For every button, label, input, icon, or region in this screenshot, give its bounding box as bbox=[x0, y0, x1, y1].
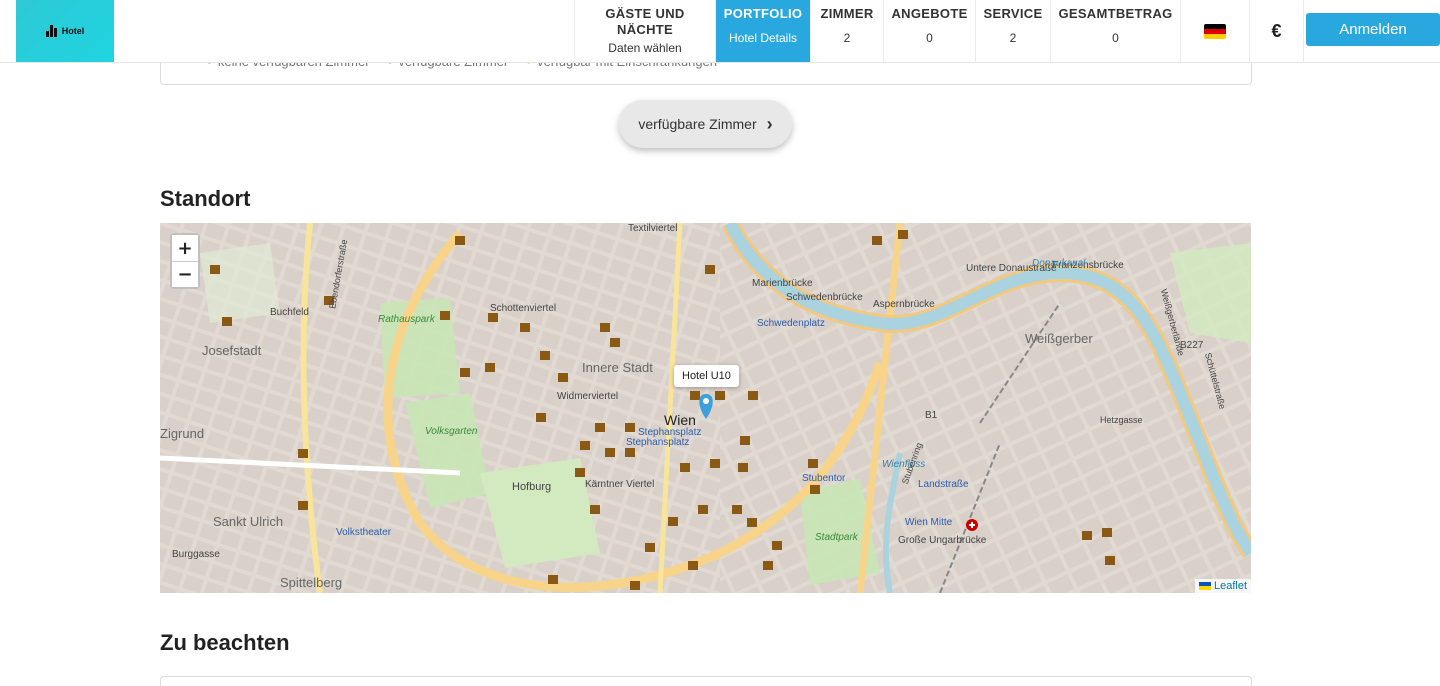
german-flag-icon bbox=[1204, 23, 1226, 39]
nav-total[interactable]: GESAMTBETRAG 0 bbox=[1050, 0, 1180, 62]
nav-rooms-count: 2 bbox=[843, 31, 851, 45]
map-label: Josefstadt bbox=[202, 343, 262, 358]
map-label: Kärntner Viertel bbox=[585, 479, 654, 490]
map-label: Wien bbox=[664, 412, 696, 428]
nav-service[interactable]: SERVICE 2 bbox=[975, 0, 1050, 62]
map-label: Innere Stadt bbox=[582, 360, 653, 375]
nav-guests-nights[interactable]: GÄSTE UND NÄCHTE Daten wählen bbox=[574, 0, 715, 62]
nav-portfolio-sub: Hotel Details bbox=[728, 31, 798, 45]
top-navigation-bar: Hotel GÄSTE UND NÄCHTE Daten wählen PORT… bbox=[0, 0, 1440, 63]
map-label: Stadtpark bbox=[815, 532, 859, 543]
leaflet-link[interactable]: Leaflet bbox=[1214, 580, 1247, 592]
available-rooms-button[interactable]: verfügbare Zimmer › bbox=[619, 100, 792, 148]
map-label: Hetzgasse bbox=[1100, 415, 1143, 425]
nav-guests-nights-title: GÄSTE UND NÄCHTE bbox=[605, 6, 685, 37]
map-label: Wienfluss bbox=[882, 459, 925, 470]
currency-selector[interactable]: € bbox=[1249, 0, 1304, 62]
map-label: Stubentor bbox=[802, 473, 846, 484]
map-label: Volkstheater bbox=[336, 527, 392, 538]
nav-total-amount: 0 bbox=[1112, 31, 1119, 45]
map-label: Textilviertel bbox=[628, 223, 677, 234]
map-label: Stephansplatz bbox=[626, 437, 689, 448]
nav-rooms[interactable]: ZIMMER 2 bbox=[810, 0, 883, 62]
nav-total-title: GESAMTBETRAG bbox=[1058, 6, 1173, 21]
map-attribution[interactable]: Leaflet bbox=[1194, 579, 1251, 593]
map-label: Spittelberg bbox=[280, 575, 342, 590]
nav-offers-title: ANGEBOTE bbox=[891, 6, 968, 21]
login-button[interactable]: Anmelden bbox=[1306, 13, 1440, 46]
nav-offers-count: 0 bbox=[926, 31, 933, 45]
nav-portfolio-title: PORTFOLIO bbox=[723, 6, 803, 21]
hotel-map-popup[interactable]: Hotel U10 bbox=[674, 365, 739, 387]
nav-guests-nights-sub: Daten wählen bbox=[608, 41, 682, 55]
map-label: Wien Mitte bbox=[905, 517, 953, 528]
map-label: Landstraße bbox=[918, 479, 969, 490]
nav-service-title: SERVICE bbox=[983, 6, 1043, 21]
map-label: Schottenviertel bbox=[490, 303, 556, 314]
chevron-right-icon: › bbox=[766, 113, 773, 134]
language-selector[interactable] bbox=[1180, 0, 1249, 62]
available-rooms-label: verfügbare Zimmer bbox=[638, 116, 757, 132]
hotel-logo[interactable]: Hotel bbox=[16, 0, 114, 62]
map-label: Aspernbrücke bbox=[873, 299, 935, 310]
map-zoom-control: + − bbox=[170, 233, 200, 289]
ukraine-flag-icon bbox=[1198, 582, 1211, 590]
notes-heading: Zu beachten bbox=[160, 630, 290, 655]
building-icon bbox=[45, 25, 58, 37]
map-label: Rathauspark bbox=[378, 314, 436, 325]
booking-steps-nav: GÄSTE UND NÄCHTE Daten wählen PORTFOLIO … bbox=[574, 0, 1304, 62]
map-label: Widmerviertel bbox=[557, 391, 618, 402]
location-heading: Standort bbox=[160, 186, 251, 211]
nav-portfolio[interactable]: PORTFOLIO Hotel Details bbox=[715, 0, 810, 62]
map-label: Burggasse bbox=[172, 549, 220, 560]
zoom-out-button[interactable]: − bbox=[172, 261, 198, 287]
map-label: Große Ungarbrücke bbox=[898, 535, 987, 546]
map-tiles: Innere Stadt Josefstadt Weißgerber Wien … bbox=[160, 223, 1251, 593]
map-label: B1 bbox=[925, 410, 938, 421]
zoom-in-button[interactable]: + bbox=[172, 235, 198, 261]
logo-text: Hotel bbox=[61, 26, 85, 36]
map-label: Weißgerber bbox=[1025, 331, 1093, 346]
nav-offers[interactable]: ANGEBOTE 0 bbox=[883, 0, 975, 62]
map-label: Schwedenplatz bbox=[757, 318, 825, 329]
map-label: Schwedenbrücke bbox=[786, 292, 863, 303]
map-label: Hofburg bbox=[512, 481, 551, 493]
location-map[interactable]: Innere Stadt Josefstadt Weißgerber Wien … bbox=[160, 223, 1251, 593]
nav-service-count: 2 bbox=[1009, 31, 1017, 45]
map-label: Zigrund bbox=[160, 426, 204, 441]
notes-card bbox=[160, 676, 1252, 686]
map-label: Buchfeld bbox=[270, 307, 309, 318]
map-label: Sankt Ulrich bbox=[213, 514, 283, 529]
nav-rooms-title: ZIMMER bbox=[820, 6, 874, 21]
map-label: Volksgarten bbox=[425, 426, 478, 437]
map-label: Marienbrücke bbox=[752, 278, 813, 289]
map-label: Donaukanal bbox=[1032, 258, 1086, 269]
